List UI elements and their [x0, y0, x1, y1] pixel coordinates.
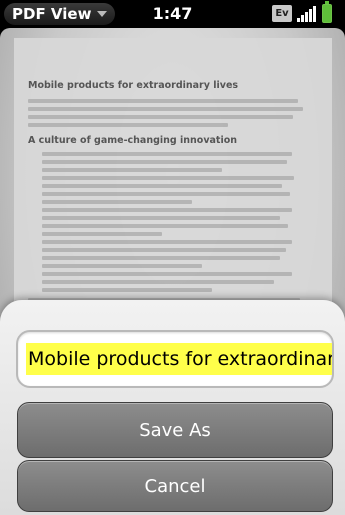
text-line	[42, 160, 287, 164]
battery-icon	[322, 1, 332, 23]
text-line	[42, 192, 290, 196]
text-line	[42, 272, 292, 276]
save-as-button[interactable]: Save As	[17, 402, 333, 458]
pdf-page-content: Mobile products for extraordinary lives …	[28, 80, 318, 314]
text-line	[42, 224, 288, 228]
text-line	[42, 232, 162, 236]
text-line	[42, 216, 280, 220]
ev-icon: Ev	[272, 5, 292, 22]
filename-value: Mobile products for extraordinary lives	[26, 343, 332, 375]
text-line	[28, 123, 228, 127]
text-line	[42, 280, 274, 284]
text-line	[42, 240, 292, 244]
text-line	[42, 176, 294, 180]
signal-strength-icon	[297, 6, 317, 22]
text-line	[42, 200, 192, 204]
text-line	[42, 208, 292, 212]
status-bar: PDF View 1:47 Ev	[0, 0, 345, 28]
text-line	[42, 168, 222, 172]
pdf-subheading: A culture of game-changing innovation	[28, 135, 238, 146]
text-line	[42, 288, 212, 292]
text-line	[42, 184, 282, 188]
filename-input[interactable]: Mobile products for extraordinary lives	[16, 330, 334, 388]
text-line	[42, 248, 286, 252]
text-line	[28, 115, 293, 119]
text-line	[28, 107, 303, 111]
text-line	[42, 152, 292, 156]
clock: 1:47	[152, 4, 193, 23]
cancel-button[interactable]: Cancel	[17, 460, 333, 512]
pdf-heading: Mobile products for extraordinary lives	[28, 80, 239, 91]
text-line	[42, 264, 202, 268]
text-line	[28, 99, 298, 103]
text-line	[42, 256, 280, 260]
save-dialog: Mobile products for extraordinary lives …	[0, 300, 345, 515]
